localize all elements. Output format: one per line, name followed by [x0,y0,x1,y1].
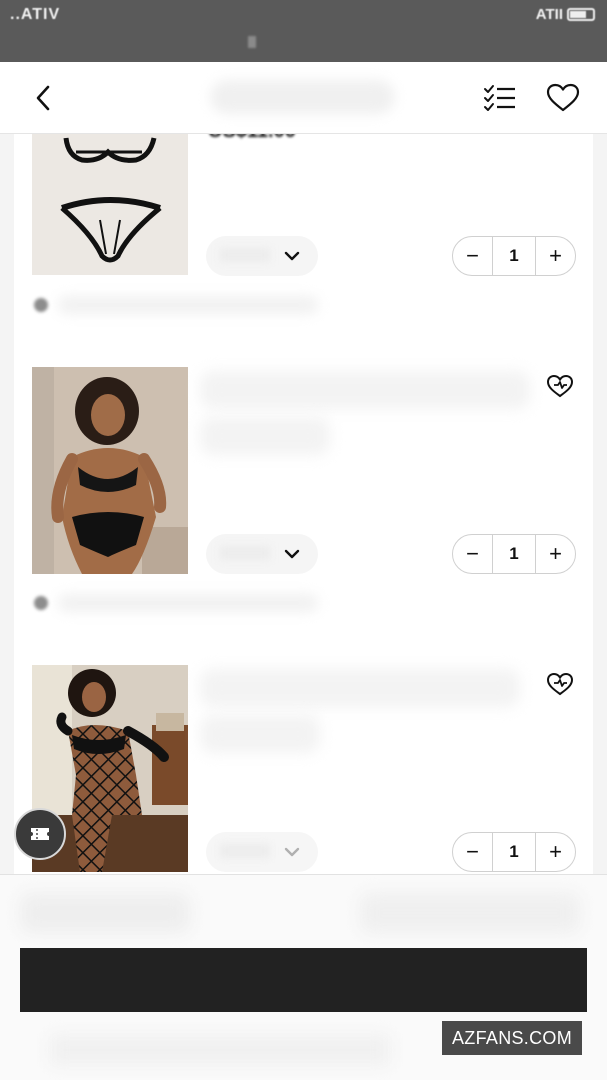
checkout-button[interactable] [20,948,587,1012]
battery-icon [567,8,595,21]
heart-outline-icon [546,83,580,112]
qty-value[interactable]: 1 [492,833,536,871]
back-button[interactable] [26,80,60,116]
cart-list[interactable]: US$11.00 − 1 + [0,134,607,874]
product-subtitle-blurred [200,417,330,455]
chevron-down-icon [284,847,300,857]
add-to-wishlist-button[interactable] [544,669,576,699]
footer-note-blurred [50,1035,390,1065]
add-to-wishlist-button[interactable] [544,371,576,401]
ticket-icon [31,828,49,840]
header-title-blurred [210,80,395,114]
variant-label-blurred [220,844,270,858]
item-price: US$11.00 [208,134,296,143]
heart-plus-icon [546,672,574,696]
status-signal-text: ..ATIV [10,6,61,23]
status-right: ATII [536,6,595,23]
status-right-text: ATII [535,6,563,23]
cart-item: − 1 + [14,665,593,874]
qty-increase-button[interactable]: + [536,535,575,573]
chevron-down-icon [284,251,300,261]
qty-decrease-button[interactable]: − [453,833,492,871]
heart-plus-icon [546,374,574,398]
checklist-button[interactable] [480,80,520,116]
product-image-model-leather-set [32,367,188,574]
shipping-info-blurred [32,294,322,314]
product-subtitle-blurred [200,715,320,753]
select-all-blurred[interactable] [20,893,190,933]
variant-dropdown[interactable] [206,236,318,276]
cart-item: − 1 + [14,367,593,665]
product-thumbnail[interactable] [32,134,188,275]
qty-decrease-button[interactable]: − [453,237,492,275]
product-image-lingerie-flatlay [60,137,162,263]
cart-card: US$11.00 − 1 + [14,134,593,874]
chevron-down-icon [284,549,300,559]
quantity-stepper: − 1 + [452,534,576,574]
variant-dropdown[interactable] [206,832,318,872]
checklist-icon [484,85,515,111]
variant-label-blurred [220,248,270,262]
shipping-info-blurred [32,592,322,612]
qty-increase-button[interactable]: + [536,237,575,275]
chevron-left-icon [36,85,50,111]
cart-header [0,62,607,134]
variant-label-blurred [220,546,270,560]
watermark-label: AZFANS.COM [442,1021,582,1055]
product-title-blurred [200,669,520,707]
shipping-icon [34,596,48,610]
status-indicator [248,36,256,48]
qty-value[interactable]: 1 [492,535,536,573]
checkout-footer: AZFANS.COM [0,874,607,1080]
quantity-stepper: − 1 + [452,832,576,872]
total-price-blurred [360,893,580,933]
coupon-button[interactable] [14,808,66,860]
product-title-blurred [200,371,530,409]
quantity-stepper: − 1 + [452,236,576,276]
shipping-icon [34,298,48,312]
qty-increase-button[interactable]: + [536,833,575,871]
wishlist-button[interactable] [544,80,582,116]
status-bar: ..ATIV ATII [0,0,607,62]
variant-dropdown[interactable] [206,534,318,574]
qty-decrease-button[interactable]: − [453,535,492,573]
product-thumbnail[interactable] [32,367,188,574]
qty-value[interactable]: 1 [492,237,536,275]
